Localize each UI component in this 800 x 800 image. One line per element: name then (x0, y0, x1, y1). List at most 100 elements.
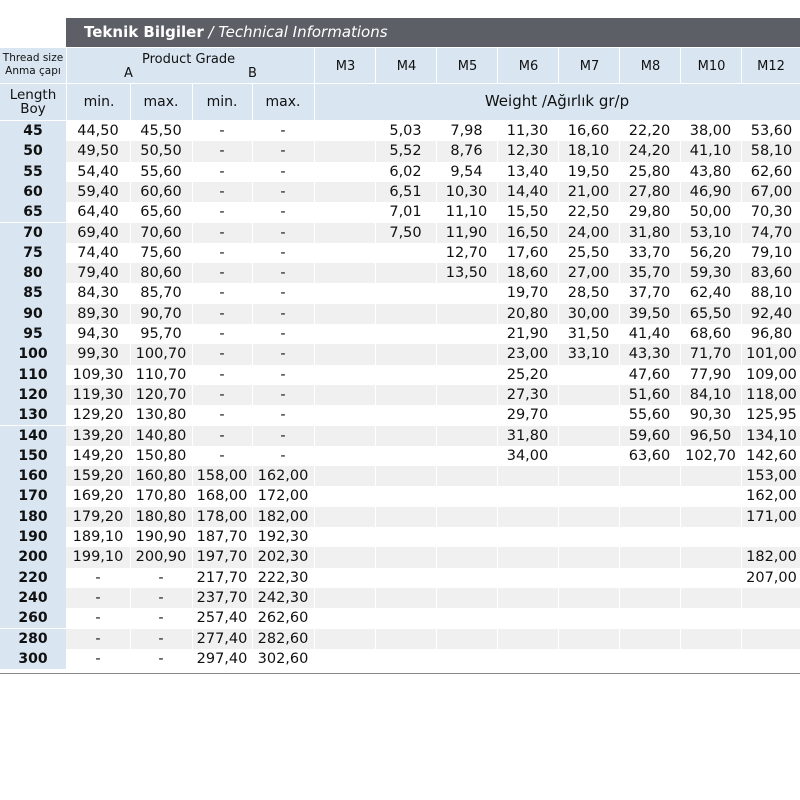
table-cell (436, 486, 497, 506)
length-cell: 170 (0, 486, 66, 507)
table-cell: - (219, 285, 225, 302)
table-cell: 59,60 (628, 427, 671, 444)
table-cell: 22,50 (567, 204, 610, 221)
table-cell: 14,40 (506, 183, 549, 200)
table-cell: 207,00 (746, 569, 797, 586)
table-cell (375, 385, 436, 405)
table-cell (314, 182, 375, 202)
table-cell: 90,70 (140, 305, 182, 322)
table-cell: 9,54 (450, 163, 483, 180)
table-cell (375, 405, 436, 425)
table-cell (375, 649, 436, 669)
table-cell (314, 324, 375, 344)
table-cell: 44,50 (77, 123, 119, 139)
size-header-m10: M10 (697, 59, 726, 74)
table-cell (497, 568, 558, 588)
table-cell: - (280, 427, 286, 444)
table-cell (436, 426, 497, 446)
table-cell (497, 608, 558, 628)
table-cell: 169,20 (72, 488, 124, 505)
table-cell: 200,90 (135, 549, 187, 566)
table-cell (619, 568, 680, 588)
column-divider (375, 121, 376, 670)
table-cell: 83,60 (750, 265, 793, 282)
table-cell: 120,70 (135, 386, 187, 403)
column-divider (741, 121, 742, 670)
table-cell (314, 223, 375, 243)
table-cell: - (280, 204, 286, 221)
table-cell: 142,60 (746, 447, 797, 464)
min-b-label: min. (206, 94, 238, 110)
table-cell (497, 507, 558, 527)
table-cell: 182,00 (257, 508, 309, 525)
table-cell: - (219, 326, 225, 342)
table-cell (619, 588, 680, 608)
table-cell (314, 568, 375, 588)
table-cell (375, 243, 436, 263)
table-cell: 8,76 (450, 143, 483, 160)
table-cell (558, 446, 619, 466)
column-divider (619, 121, 620, 670)
min-a-label: min. (83, 94, 115, 110)
table-cell: 94,30 (77, 326, 119, 342)
table-cell: 179,20 (72, 508, 124, 525)
title-separator: / (203, 23, 219, 41)
table-cell: - (219, 265, 225, 282)
table-cell: 46,90 (689, 183, 732, 200)
table-cell: 70,60 (140, 224, 182, 241)
table-cell: 51,60 (628, 386, 671, 403)
table-cell: - (158, 630, 164, 647)
table-cell (619, 527, 680, 547)
length-cell: 120 (0, 384, 66, 406)
table-cell: 257,40 (196, 610, 248, 627)
table-cell: 189,10 (72, 529, 124, 545)
length-cell: 240 (0, 587, 66, 609)
table-cell: 63,60 (628, 447, 671, 464)
table-cell (375, 304, 436, 324)
table-cell (680, 527, 741, 547)
table-cell: - (219, 143, 225, 160)
table-cell: 30,00 (567, 305, 610, 322)
table-cell: 170,80 (135, 488, 187, 505)
size-header-m8: M8 (640, 59, 661, 74)
table-cell: 11,90 (445, 224, 488, 241)
table-cell: - (219, 346, 225, 363)
table-cell: 64,40 (77, 204, 119, 221)
length-cell: 50 (0, 141, 66, 162)
table-cell (741, 629, 800, 649)
thread-size-label: Thread size Anma çapı (0, 52, 66, 78)
table-cell (497, 629, 558, 649)
table-cell: 53,60 (750, 123, 793, 139)
table-cell: 99,30 (77, 346, 119, 363)
table-cell: 62,60 (750, 163, 793, 180)
table-cell: 68,60 (689, 326, 732, 342)
table-cell: - (95, 630, 101, 647)
table-cell: 95,70 (140, 326, 182, 342)
table-cell: 302,60 (257, 650, 309, 667)
table-cell (314, 547, 375, 567)
length-cell: 70 (0, 222, 66, 243)
table-cell (436, 527, 497, 547)
table-cell (558, 527, 619, 547)
table-cell: 168,00 (196, 488, 248, 505)
length-cell: 85 (0, 283, 66, 304)
table-cell: 65,50 (689, 305, 732, 322)
header-divider (497, 48, 498, 84)
table-cell (619, 649, 680, 669)
table-cell (741, 527, 800, 547)
table-cell: - (280, 305, 286, 322)
table-cell: 77,90 (689, 366, 732, 383)
table-cell: 27,30 (506, 386, 549, 403)
table-cell: 130,80 (135, 407, 187, 424)
table-cell: 31,50 (567, 326, 610, 342)
weight-label: Weight /Ağırlık gr/p (484, 92, 630, 110)
table-cell: 101,00 (746, 346, 797, 363)
table-cell (436, 344, 497, 364)
length-tr: Boy (20, 101, 46, 117)
length-cell: 130 (0, 405, 66, 426)
table-cell (436, 304, 497, 324)
max-a-label: max. (143, 94, 179, 110)
table-cell (680, 486, 741, 506)
table-cell: - (219, 305, 225, 322)
table-cell: 180,80 (135, 508, 187, 525)
